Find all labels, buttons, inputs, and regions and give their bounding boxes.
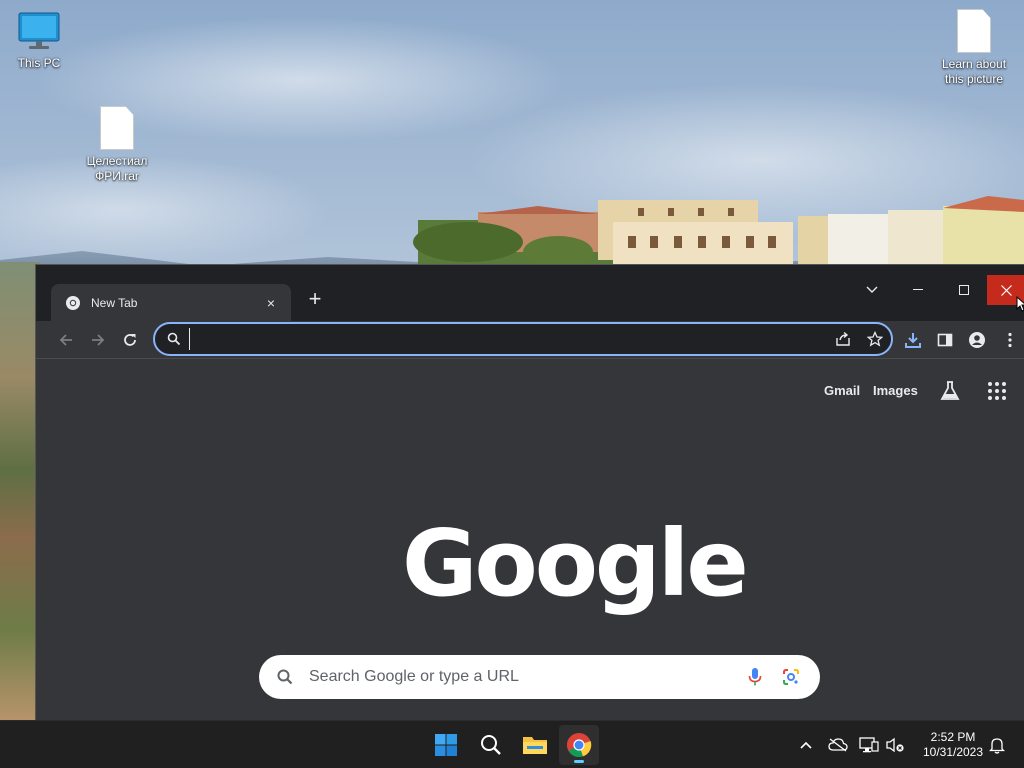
- clock-date: 10/31/2023: [922, 745, 984, 759]
- speaker-muted-icon: [886, 737, 904, 753]
- side-panel-button[interactable]: [932, 327, 958, 353]
- flask-icon: [940, 381, 960, 400]
- arrow-left-icon: [59, 334, 72, 346]
- monitor-icon: [18, 12, 60, 49]
- network-icon: [859, 737, 879, 753]
- onedrive-tray-button[interactable]: [826, 733, 850, 757]
- network-tray-button[interactable]: [857, 733, 881, 757]
- chrome-icon: [566, 733, 592, 757]
- cliff-rock: [0, 262, 40, 720]
- start-button[interactable]: [426, 725, 466, 765]
- file-explorer-icon: [523, 737, 547, 754]
- notifications-button[interactable]: [985, 733, 1009, 757]
- search-icon: [277, 669, 293, 685]
- town-buildings: [413, 196, 1024, 268]
- desktop-icon-rar-file[interactable]: Целестиал ФРИ.rar: [77, 106, 157, 184]
- google-logo: Google: [402, 510, 749, 617]
- taskbar-search-button[interactable]: [471, 725, 511, 765]
- microphone-icon: [748, 668, 762, 686]
- address-bar[interactable]: [153, 322, 893, 356]
- star-icon: [867, 331, 883, 347]
- gmail-link[interactable]: Gmail: [824, 383, 860, 398]
- share-button[interactable]: [827, 324, 859, 354]
- forward-button[interactable]: [85, 327, 111, 353]
- tab-close-button[interactable]: ×: [263, 295, 279, 311]
- side-panel-icon: [937, 333, 953, 347]
- desktop-icon-label: Learn about this picture: [941, 57, 1007, 86]
- download-icon: [905, 333, 921, 348]
- browser-toolbar: [36, 321, 1024, 359]
- address-input[interactable]: [189, 328, 827, 350]
- account-icon: [969, 332, 985, 348]
- desktop-icon-label: Целестиал ФРИ.rar: [86, 154, 148, 183]
- minimize-button[interactable]: [895, 275, 941, 305]
- windows-start-icon: [435, 734, 457, 756]
- arrow-right-icon: [92, 334, 105, 346]
- images-link[interactable]: Images: [873, 383, 918, 398]
- google-search-box[interactable]: [259, 655, 820, 699]
- menu-button[interactable]: [997, 327, 1023, 353]
- tab-search-button[interactable]: [849, 275, 895, 305]
- tab-title: New Tab: [91, 295, 138, 310]
- taskbar: 2:52 PM 10/31/2023: [0, 720, 1024, 768]
- close-icon: [1000, 284, 1012, 296]
- clock-time: 2:52 PM: [930, 730, 976, 744]
- reload-button[interactable]: [117, 327, 143, 353]
- maximize-button[interactable]: [941, 275, 987, 305]
- chevron-up-icon: [800, 741, 812, 749]
- show-hidden-icons-button[interactable]: [794, 733, 818, 757]
- mouse-cursor-icon: [1016, 296, 1024, 312]
- chevron-down-icon: [866, 286, 878, 293]
- active-app-indicator: [574, 760, 584, 763]
- bell-icon: [989, 738, 1005, 754]
- downloads-button[interactable]: [900, 327, 926, 353]
- chrome-favicon-icon: [66, 295, 80, 310]
- apps-grid-icon: [988, 382, 1006, 400]
- new-tab-page: Gmail Images Google: [36, 359, 1024, 720]
- bookmark-button[interactable]: [859, 324, 891, 354]
- minimize-icon: [913, 289, 923, 290]
- chrome-window: New Tab × + Gmail Images Google Search G…: [35, 264, 1024, 720]
- voice-search-button[interactable]: [742, 664, 768, 690]
- more-vertical-icon: [1008, 332, 1012, 348]
- title-bar[interactable]: New Tab × +: [36, 265, 1024, 321]
- desktop-icon-label: This PC: [17, 56, 61, 70]
- reload-icon: [124, 334, 136, 346]
- google-lens-icon: [783, 669, 799, 685]
- file-icon: [100, 106, 134, 150]
- system-clock[interactable]: 2:52 PM 10/31/2023: [910, 730, 996, 760]
- labs-button[interactable]: [938, 379, 962, 403]
- back-button[interactable]: [53, 327, 79, 353]
- lens-search-button[interactable]: [778, 664, 804, 690]
- search-icon: [167, 332, 181, 346]
- desktop-icon-this-pc[interactable]: This PC: [0, 12, 79, 71]
- tab-new-tab[interactable]: New Tab ×: [51, 284, 291, 321]
- file-icon: [957, 9, 991, 53]
- desktop-icon-learn-about-picture[interactable]: Learn about this picture: [934, 9, 1014, 87]
- search-icon: [481, 735, 501, 755]
- maximize-icon: [959, 285, 969, 295]
- share-icon: [836, 331, 850, 346]
- new-tab-button[interactable]: +: [302, 287, 328, 313]
- chrome-taskbar-button[interactable]: [559, 725, 599, 765]
- volume-tray-button[interactable]: [883, 733, 907, 757]
- cloud-offline-icon: [828, 738, 848, 752]
- file-explorer-button[interactable]: [515, 725, 555, 765]
- google-search-input[interactable]: [309, 668, 742, 686]
- google-apps-button[interactable]: [987, 381, 1009, 403]
- profile-button[interactable]: [964, 327, 990, 353]
